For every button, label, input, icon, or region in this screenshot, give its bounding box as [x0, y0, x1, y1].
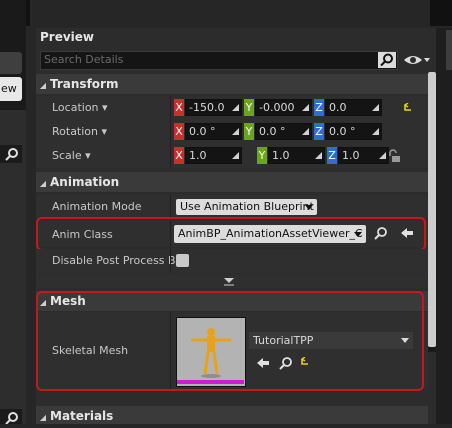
row-disable-post-process: Disable Post Process B: [36, 249, 428, 273]
left-search-box[interactable]: [0, 145, 22, 163]
column-divider: [170, 249, 171, 273]
section-materials[interactable]: ◢ Materials: [36, 406, 428, 424]
left-panel-view-button[interactable]: ew: [0, 77, 22, 101]
z-axis-badge: Z: [314, 99, 324, 116]
chevron-down-icon: ▾: [101, 125, 108, 138]
z-axis-badge: Z: [327, 147, 337, 164]
y-axis-badge: Y: [244, 99, 254, 116]
panel-title: Preview: [40, 30, 95, 44]
location-y-field[interactable]: -0.000: [255, 99, 312, 116]
row-location: Location ▾ X -150.0 Y -0.000 Z 0.0: [36, 96, 428, 120]
collapse-arrow-icon: ◢: [39, 81, 47, 90]
x-axis-badge: X: [174, 99, 184, 116]
anim-class-highlight: [36, 217, 426, 251]
right-panel-strip: [436, 28, 452, 424]
location-label[interactable]: Location ▾: [52, 101, 108, 114]
row-animation-mode: Animation Mode Use Animation Blueprint: [36, 195, 428, 219]
chevron-down-icon: ▾: [85, 149, 91, 162]
collapse-arrow-icon: ◢: [39, 179, 47, 188]
left-panel-button[interactable]: [0, 52, 22, 74]
x-axis-badge: X: [174, 147, 184, 164]
section-title: Materials: [50, 409, 114, 423]
section-animation[interactable]: ◢ Animation: [36, 172, 428, 192]
chevron-down-icon: [305, 205, 313, 210]
animation-mode-dropdown[interactable]: Use Animation Blueprint: [176, 199, 317, 215]
column-divider: [170, 195, 171, 219]
mesh-highlight: [36, 291, 424, 391]
rotation-z-field[interactable]: 0.0 °: [325, 123, 382, 140]
search-placeholder: Search Details: [44, 53, 124, 66]
lock-icon[interactable]: [387, 149, 401, 163]
animation-mode-label: Animation Mode: [52, 200, 142, 213]
row-scale: Scale ▾ X 1.0 Y 1.0 Z 1.0: [36, 144, 428, 168]
reset-arrow-icon[interactable]: [403, 103, 413, 113]
y-axis-badge: Y: [244, 123, 254, 140]
x-axis-badge: X: [174, 123, 184, 140]
scale-label[interactable]: Scale ▾: [52, 149, 91, 162]
chevron-down-icon: [224, 278, 234, 286]
row-rotation: Rotation ▾ X 0.0 ° Y 0.0 ° Z 0.0 °: [36, 120, 428, 144]
section-transform[interactable]: ◢ Transform: [36, 74, 428, 94]
scrollbar-thumb[interactable]: [428, 72, 436, 347]
collapse-arrow-icon: ◢: [39, 413, 47, 422]
rotation-x-field[interactable]: 0.0 °: [185, 123, 242, 140]
rotation-label[interactable]: Rotation ▾: [52, 125, 107, 138]
y-axis-badge: Y: [257, 147, 267, 164]
preview-tab: [30, 0, 430, 28]
disable-post-process-label: Disable Post Process B: [52, 254, 176, 267]
column-divider: [170, 96, 171, 120]
z-axis-badge: Z: [314, 123, 324, 140]
rotation-y-field[interactable]: 0.0 °: [255, 123, 312, 140]
search-icon: [5, 148, 18, 161]
column-divider: [170, 120, 171, 144]
location-z-field[interactable]: 0.0: [325, 99, 382, 116]
search-icon[interactable]: [378, 52, 396, 68]
right-panel-tab[interactable]: [446, 30, 452, 70]
location-x-field[interactable]: -150.0: [185, 99, 242, 116]
eye-icon[interactable]: [403, 52, 431, 68]
section-title: Transform: [50, 77, 119, 91]
column-divider: [170, 144, 171, 168]
section-title: Animation: [50, 175, 120, 189]
disable-post-process-checkbox[interactable]: [176, 254, 189, 267]
scale-z-field[interactable]: 1.0: [338, 147, 389, 164]
advanced-expander[interactable]: [36, 274, 428, 288]
search-icon: [5, 412, 18, 425]
scale-y-field[interactable]: 1.0: [268, 147, 325, 164]
scale-x-field[interactable]: 1.0: [185, 147, 242, 164]
chevron-down-icon: ▾: [102, 101, 108, 114]
left-search-box-2[interactable]: [0, 409, 22, 425]
